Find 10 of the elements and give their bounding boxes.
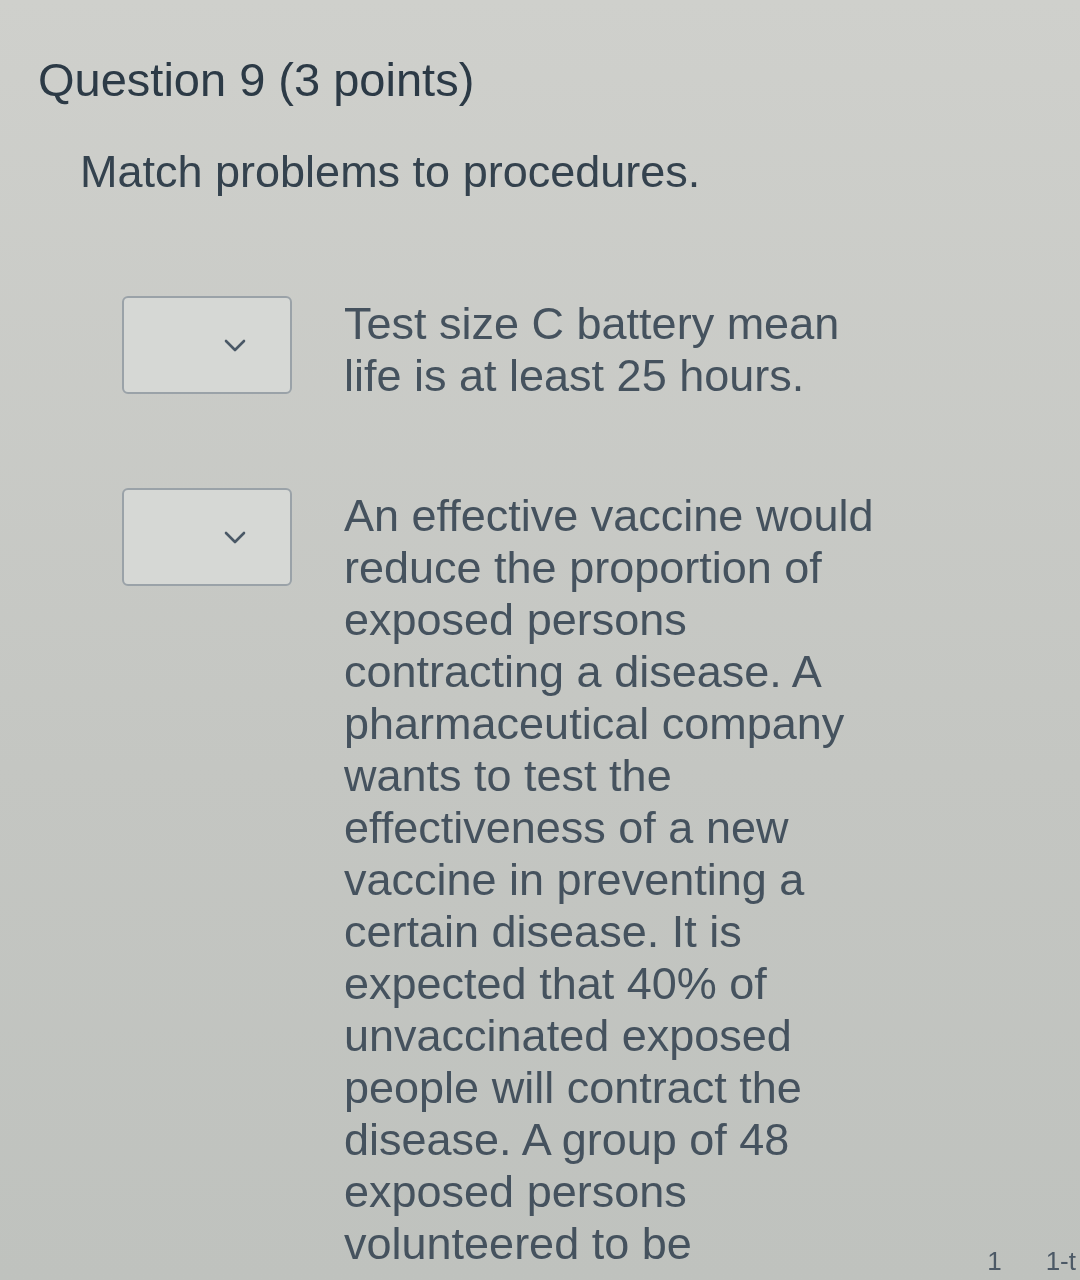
problem-text: Test size C battery mean life is at least 25 hours.: [344, 298, 841, 402]
edge-label: 1: [987, 1246, 1002, 1276]
answer-dropdown[interactable]: [122, 488, 292, 586]
question-title: Question 9 (3 points): [38, 52, 476, 108]
chevron-icon: [224, 530, 246, 544]
instructions-text: Match problems to procedures.: [80, 146, 702, 198]
chevron-icon: [224, 338, 246, 352]
answer-dropdown[interactable]: [122, 296, 292, 394]
problem-text: An effective vaccine would reduce the proportion of exposed persons contracting a disease. A pharmaceutical company wants to test the effectiveness of a new vaccine in preventing a certain disease. It is expected that 40% of unvaccinated exposed people will contract the disease. A group of 48 exposed persons volunteered to be: [344, 490, 875, 1270]
edge-label: 1-t: [1045, 1246, 1076, 1276]
